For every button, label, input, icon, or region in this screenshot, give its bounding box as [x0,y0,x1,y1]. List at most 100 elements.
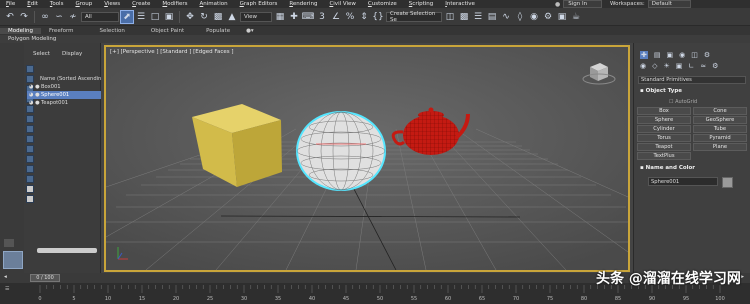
create-pyramid-button[interactable]: Pyramid [693,134,747,142]
bind-spacewarp-icon[interactable]: ≁ [67,11,79,23]
viewport-label[interactable]: [+] [Perspective ] [Standard ] [Edged Fa… [110,49,234,55]
object-type-rollout-header[interactable]: ▪ Object Type [640,88,682,94]
filter-icon[interactable] [26,135,34,143]
perspective-viewport[interactable]: [+] [Perspective ] [Standard ] [Edged Fa… [104,45,630,272]
window-crossing-icon[interactable]: ▣ [163,11,175,23]
mirror-icon[interactable]: ◫ [444,11,456,23]
light-bulb-icon[interactable]: ● [35,99,40,107]
cameras-icon[interactable]: ▣ [676,62,683,70]
create-cone-button[interactable]: Cone [693,107,747,115]
filter-icon[interactable] [26,115,34,123]
display-tab-icon[interactable]: ◫ [691,51,698,59]
scale-icon[interactable]: ▩ [212,11,224,23]
hierarchy-tab-icon[interactable]: ▣ [667,51,674,59]
create-teapot-button[interactable]: Teapot [637,143,691,151]
ribbon-options-icon[interactable]: ●▾ [238,28,262,34]
redo-icon[interactable]: ↷ [18,11,30,23]
create-sphere-button[interactable]: Sphere [637,116,691,124]
create-textplus-button[interactable]: TextPlus [637,152,691,160]
object-color-swatch[interactable] [722,177,733,188]
create-plane-button[interactable]: Plane [693,143,747,151]
name-color-rollout-header[interactable]: ▪ Name and Color [640,165,695,171]
list-item[interactable]: ◕ ● Box001 [27,83,101,91]
unlink-icon[interactable]: ∽ [53,11,65,23]
spinner-snap-icon[interactable]: ⇕ [358,11,370,23]
keyboard-shortcut-icon[interactable]: ⌨ [302,11,315,23]
undo-icon[interactable]: ↶ [4,11,16,23]
material-editor-icon[interactable]: ◉ [528,11,540,23]
motion-tab-icon[interactable]: ◉ [679,51,685,59]
helpers-icon[interactable]: ∟ [688,62,694,70]
modify-tab-icon[interactable]: ▤ [654,51,661,59]
rendered-frame-icon[interactable]: ▣ [556,11,568,23]
shapes-icon[interactable]: ◇ [652,62,657,70]
primitive-type-dropdown[interactable]: Standard Primitives [638,76,746,84]
rect-selection-icon[interactable]: □ [149,11,161,23]
filter-icon[interactable] [26,125,34,133]
create-geosphere-button[interactable]: GeoSphere [693,116,747,124]
utilities-tab-icon[interactable]: ⚙ [704,51,710,59]
placement-icon[interactable]: ▲ [226,11,238,23]
viewport-layout-icon[interactable] [3,251,23,269]
filter-icon[interactable] [26,165,34,173]
menu-animation[interactable]: Animation [194,1,234,7]
create-torus-button[interactable]: Torus [637,134,691,142]
tab-object-paint[interactable]: Object Paint [143,28,192,34]
menu-create[interactable]: Create [126,1,156,7]
menu-rendering[interactable]: Rendering [283,1,323,7]
create-tab-icon[interactable]: ✚ [640,51,648,59]
render-production-icon[interactable]: ☕ [570,11,582,23]
filter-icon[interactable] [26,195,34,203]
tab-freeform[interactable]: Freeform [41,28,82,34]
tab-populate[interactable]: Populate [198,28,238,34]
reference-coordinate-dropdown[interactable]: View [240,11,272,22]
link-icon[interactable]: ∞ [39,11,51,23]
select-by-name-icon[interactable]: ☰ [135,11,147,23]
menu-modifiers[interactable]: Modifiers [156,1,193,7]
curve-editor-icon[interactable]: ∿ [500,11,512,23]
sign-in-dropdown[interactable]: Sign In [563,0,603,8]
list-item[interactable]: ◕ ● Sphere001 [27,91,102,99]
scene-explorer-icon[interactable]: ▤ [486,11,498,23]
menu-views[interactable]: Views [98,1,126,7]
sphere-object[interactable] [296,111,386,191]
menu-graph-editors[interactable]: Graph Editors [234,1,284,7]
eye-icon[interactable]: ◕ [29,99,34,107]
menu-file[interactable]: File [0,1,21,7]
geometry-icon[interactable]: ◉ [640,62,646,70]
schematic-view-icon[interactable]: ◊ [514,11,526,23]
filter-icon[interactable] [26,155,34,163]
slider-prev-icon[interactable]: ◂ [4,274,7,280]
layer-explorer-icon[interactable]: ☰ [472,11,484,23]
edit-named-selection-icon[interactable]: {} [372,11,384,23]
pivot-center-icon[interactable]: ▦ [274,11,286,23]
eye-icon[interactable]: ◕ [29,83,34,91]
align-icon[interactable]: ▩ [458,11,470,23]
menu-scripting[interactable]: Scripting [403,1,439,7]
list-header[interactable]: Name (Sorted Ascendin [27,75,101,83]
light-bulb-icon[interactable]: ● [35,83,40,91]
move-icon[interactable]: ✥ [184,11,196,23]
create-cylinder-button[interactable]: Cylinder [637,125,691,133]
object-name-input[interactable]: Sphere001 [648,177,718,186]
selection-filter-dropdown[interactable]: All [81,11,119,22]
filter-icon[interactable] [26,145,34,153]
time-slider-thumb[interactable]: 0 / 100 [30,274,60,282]
filter-icon[interactable] [26,65,34,73]
menu-customize[interactable]: Customize [362,1,403,7]
light-bulb-icon[interactable]: ● [35,91,40,99]
workspaces-dropdown[interactable]: Default [647,0,691,8]
slider-next-icon[interactable]: ▸ [741,274,744,280]
rotate-icon[interactable]: ↻ [198,11,210,23]
menu-group[interactable]: Group [69,1,98,7]
list-item[interactable]: ◕ ● Teapot001 [27,99,101,107]
filter-icon[interactable] [26,185,34,193]
tab-selection[interactable]: Selection [92,28,133,34]
named-selection-set-input[interactable]: Create Selection Se [386,11,442,23]
select-manipulate-icon[interactable]: ✚ [288,11,300,23]
tab-modeling[interactable]: Modeling [0,27,42,34]
menu-civil-view[interactable]: Civil View [323,1,361,7]
create-box-button[interactable]: Box [637,107,691,115]
create-tube-button[interactable]: Tube [693,125,747,133]
eye-icon[interactable]: ◕ [29,91,34,99]
